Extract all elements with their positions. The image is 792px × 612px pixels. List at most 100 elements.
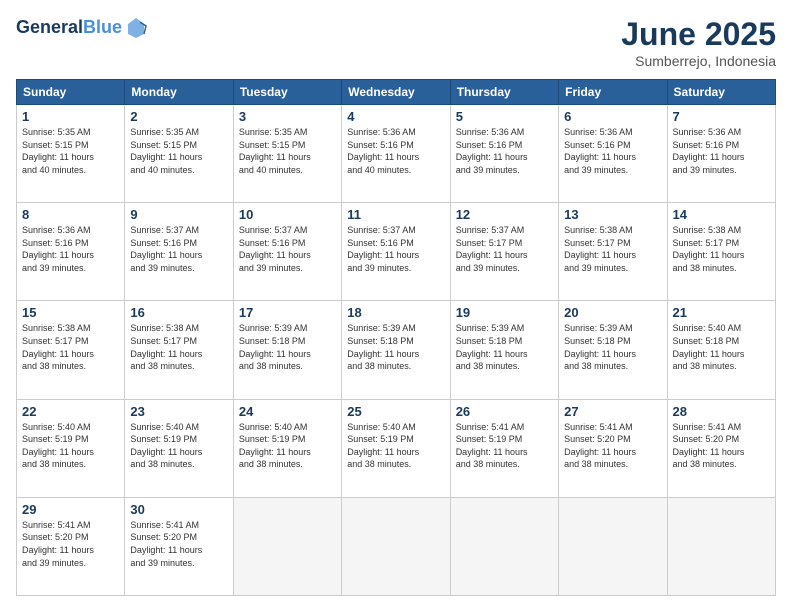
title-block: June 2025 Sumberrejo, Indonesia (621, 16, 776, 69)
day-number: 23 (130, 404, 227, 419)
day-info: Sunrise: 5:40 AMSunset: 5:19 PMDaylight:… (239, 421, 336, 471)
day-info: Sunrise: 5:35 AMSunset: 5:15 PMDaylight:… (130, 126, 227, 176)
day-number: 29 (22, 502, 119, 517)
calendar-cell: 24 Sunrise: 5:40 AMSunset: 5:19 PMDayligh… (233, 399, 341, 497)
day-info: Sunrise: 5:38 AMSunset: 5:17 PMDaylight:… (673, 224, 770, 274)
calendar-week-row: 29 Sunrise: 5:41 AMSunset: 5:20 PMDayligh… (17, 497, 776, 595)
calendar-cell: 8Sunrise: 5:36 AMSunset: 5:16 PMDaylight… (17, 203, 125, 301)
day-info: Sunrise: 5:39 AMSunset: 5:18 PMDaylight:… (456, 322, 553, 372)
weekday-header: Saturday (667, 80, 775, 105)
weekday-header: Sunday (17, 80, 125, 105)
day-number: 20 (564, 305, 661, 320)
calendar-cell: 1 Sunrise: 5:35 AMSunset: 5:15 PMDaylight… (17, 105, 125, 203)
day-info: Sunrise: 5:38 AMSunset: 5:17 PMDaylight:… (564, 224, 661, 274)
day-info: Sunrise: 5:36 AMSunset: 5:16 PMDaylight:… (347, 126, 444, 176)
day-info: Sunrise: 5:41 AMSunset: 5:20 PMDaylight:… (22, 519, 119, 569)
day-number: 9 (130, 207, 227, 222)
day-number: 15 (22, 305, 119, 320)
calendar-cell: 17 Sunrise: 5:39 AMSunset: 5:18 PMDayligh… (233, 301, 341, 399)
day-info: Sunrise: 5:35 AMSunset: 5:15 PMDaylight:… (239, 126, 336, 176)
day-info: Sunrise: 5:39 AMSunset: 5:18 PMDaylight:… (347, 322, 444, 372)
weekday-row: SundayMondayTuesdayWednesdayThursdayFrid… (17, 80, 776, 105)
calendar-header: SundayMondayTuesdayWednesdayThursdayFrid… (17, 80, 776, 105)
day-info: Sunrise: 5:40 AMSunset: 5:19 PMDaylight:… (22, 421, 119, 471)
calendar-cell: 16 Sunrise: 5:38 AMSunset: 5:17 PMDayligh… (125, 301, 233, 399)
calendar-cell (559, 497, 667, 595)
day-number: 26 (456, 404, 553, 419)
calendar-cell: 29 Sunrise: 5:41 AMSunset: 5:20 PMDayligh… (17, 497, 125, 595)
day-info: Sunrise: 5:36 AMSunset: 5:16 PMDaylight:… (456, 126, 553, 176)
day-number: 12 (456, 207, 553, 222)
day-number: 10 (239, 207, 336, 222)
day-number: 28 (673, 404, 770, 419)
weekday-header: Monday (125, 80, 233, 105)
day-info: Sunrise: 5:39 AMSunset: 5:18 PMDaylight:… (564, 322, 661, 372)
calendar-cell: 7Sunrise: 5:36 AMSunset: 5:16 PMDaylight… (667, 105, 775, 203)
calendar-week-row: 15 Sunrise: 5:38 AMSunset: 5:17 PMDayligh… (17, 301, 776, 399)
day-info: Sunrise: 5:36 AMSunset: 5:16 PMDaylight:… (564, 126, 661, 176)
calendar-cell (233, 497, 341, 595)
calendar-week-row: 8Sunrise: 5:36 AMSunset: 5:16 PMDaylight… (17, 203, 776, 301)
calendar-cell: 22 Sunrise: 5:40 AMSunset: 5:19 PMDayligh… (17, 399, 125, 497)
header: GeneralBlue June 2025 Sumberrejo, Indone… (16, 16, 776, 69)
day-info: Sunrise: 5:36 AMSunset: 5:16 PMDaylight:… (673, 126, 770, 176)
day-number: 17 (239, 305, 336, 320)
day-info: Sunrise: 5:37 AMSunset: 5:16 PMDaylight:… (239, 224, 336, 274)
calendar-cell: 14Sunrise: 5:38 AMSunset: 5:17 PMDayligh… (667, 203, 775, 301)
calendar-body: 1 Sunrise: 5:35 AMSunset: 5:15 PMDaylight… (17, 105, 776, 596)
day-info: Sunrise: 5:37 AMSunset: 5:16 PMDaylight:… (347, 224, 444, 274)
day-info: Sunrise: 5:37 AMSunset: 5:16 PMDaylight:… (130, 224, 227, 274)
calendar-cell: 3 Sunrise: 5:35 AMSunset: 5:15 PMDaylight… (233, 105, 341, 203)
calendar-cell: 26 Sunrise: 5:41 AMSunset: 5:19 PMDayligh… (450, 399, 558, 497)
day-number: 2 (130, 109, 227, 124)
day-info: Sunrise: 5:41 AMSunset: 5:20 PMDaylight:… (130, 519, 227, 569)
calendar-cell: 30 Sunrise: 5:41 AMSunset: 5:20 PMDayligh… (125, 497, 233, 595)
calendar-cell: 13 Sunrise: 5:38 AMSunset: 5:17 PMDayligh… (559, 203, 667, 301)
location: Sumberrejo, Indonesia (621, 53, 776, 69)
day-number: 1 (22, 109, 119, 124)
day-number: 3 (239, 109, 336, 124)
weekday-header: Thursday (450, 80, 558, 105)
day-number: 19 (456, 305, 553, 320)
calendar-cell: 25Sunrise: 5:40 AMSunset: 5:19 PMDayligh… (342, 399, 450, 497)
day-info: Sunrise: 5:36 AMSunset: 5:16 PMDaylight:… (22, 224, 119, 274)
day-info: Sunrise: 5:40 AMSunset: 5:18 PMDaylight:… (673, 322, 770, 372)
month-title: June 2025 (621, 16, 776, 53)
calendar-cell: 21 Sunrise: 5:40 AMSunset: 5:18 PMDayligh… (667, 301, 775, 399)
calendar-cell: 9 Sunrise: 5:37 AMSunset: 5:16 PMDaylight… (125, 203, 233, 301)
day-info: Sunrise: 5:38 AMSunset: 5:17 PMDaylight:… (130, 322, 227, 372)
calendar-cell: 10 Sunrise: 5:37 AMSunset: 5:16 PMDayligh… (233, 203, 341, 301)
calendar-cell: 27 Sunrise: 5:41 AMSunset: 5:20 PMDayligh… (559, 399, 667, 497)
day-info: Sunrise: 5:40 AMSunset: 5:19 PMDaylight:… (130, 421, 227, 471)
day-number: 22 (22, 404, 119, 419)
day-info: Sunrise: 5:35 AMSunset: 5:15 PMDaylight:… (22, 126, 119, 176)
day-info: Sunrise: 5:41 AMSunset: 5:20 PMDaylight:… (673, 421, 770, 471)
day-number: 6 (564, 109, 661, 124)
day-number: 27 (564, 404, 661, 419)
calendar-cell: 20 Sunrise: 5:39 AMSunset: 5:18 PMDayligh… (559, 301, 667, 399)
calendar-cell: 4Sunrise: 5:36 AMSunset: 5:16 PMDaylight… (342, 105, 450, 203)
day-number: 24 (239, 404, 336, 419)
calendar-week-row: 22 Sunrise: 5:40 AMSunset: 5:19 PMDayligh… (17, 399, 776, 497)
day-number: 13 (564, 207, 661, 222)
weekday-header: Friday (559, 80, 667, 105)
calendar-week-row: 1 Sunrise: 5:35 AMSunset: 5:15 PMDaylight… (17, 105, 776, 203)
day-info: Sunrise: 5:41 AMSunset: 5:19 PMDaylight:… (456, 421, 553, 471)
calendar-cell: 11Sunrise: 5:37 AMSunset: 5:16 PMDayligh… (342, 203, 450, 301)
day-number: 5 (456, 109, 553, 124)
calendar-cell (342, 497, 450, 595)
day-info: Sunrise: 5:39 AMSunset: 5:18 PMDaylight:… (239, 322, 336, 372)
page: GeneralBlue June 2025 Sumberrejo, Indone… (0, 0, 792, 612)
day-number: 16 (130, 305, 227, 320)
day-info: Sunrise: 5:40 AMSunset: 5:19 PMDaylight:… (347, 421, 444, 471)
weekday-header: Tuesday (233, 80, 341, 105)
calendar-cell: 18Sunrise: 5:39 AMSunset: 5:18 PMDayligh… (342, 301, 450, 399)
calendar-cell: 2 Sunrise: 5:35 AMSunset: 5:15 PMDaylight… (125, 105, 233, 203)
calendar-cell: 19 Sunrise: 5:39 AMSunset: 5:18 PMDayligh… (450, 301, 558, 399)
calendar-cell: 15Sunrise: 5:38 AMSunset: 5:17 PMDayligh… (17, 301, 125, 399)
calendar-cell (450, 497, 558, 595)
day-number: 21 (673, 305, 770, 320)
day-number: 30 (130, 502, 227, 517)
day-info: Sunrise: 5:41 AMSunset: 5:20 PMDaylight:… (564, 421, 661, 471)
calendar-cell: 12Sunrise: 5:37 AMSunset: 5:17 PMDayligh… (450, 203, 558, 301)
